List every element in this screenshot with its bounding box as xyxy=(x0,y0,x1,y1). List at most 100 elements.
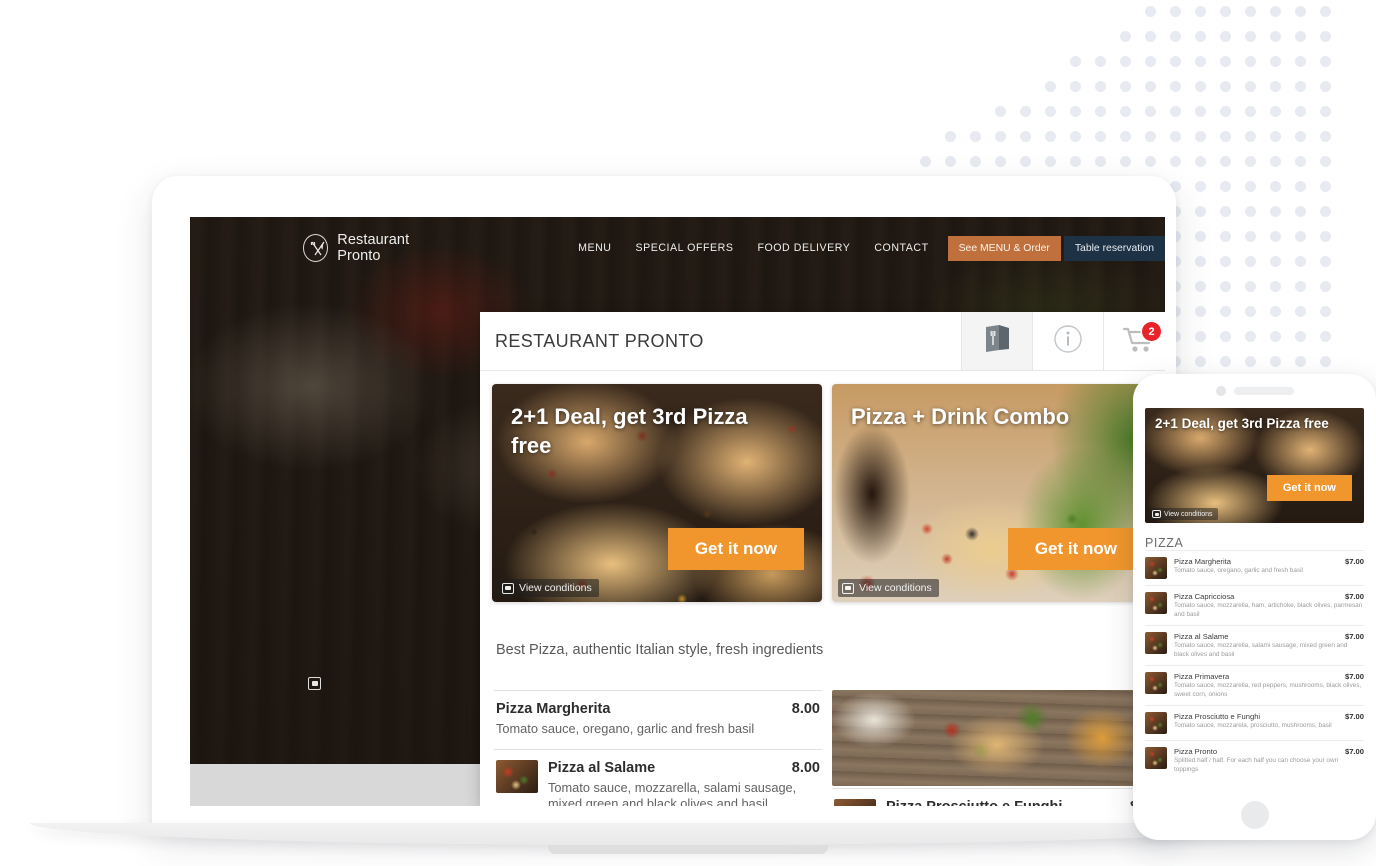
background-dot xyxy=(1320,106,1331,117)
image-placeholder-marker-icon xyxy=(308,677,321,690)
background-dot xyxy=(1020,106,1031,117)
background-dot xyxy=(945,156,956,167)
phone-promo-card[interactable]: 2+1 Deal, get 3rd Pizza free Get it now … xyxy=(1145,408,1364,523)
background-dot xyxy=(1320,156,1331,167)
background-dot xyxy=(1020,131,1031,142)
promo-conditions-label: View conditions xyxy=(519,582,592,594)
background-dot xyxy=(1320,31,1331,42)
background-dot xyxy=(1220,356,1231,367)
menu-item-description: Tomato sauce, mozzarella, salami sausage… xyxy=(548,779,797,806)
background-dot xyxy=(1120,31,1131,42)
menu-item-thumbnail xyxy=(496,759,538,793)
promo-view-conditions[interactable]: View conditions xyxy=(838,579,939,597)
phone-home-button[interactable] xyxy=(1240,801,1269,829)
background-dot xyxy=(1045,131,1056,142)
background-dot xyxy=(1295,56,1306,67)
promo-get-it-now-button[interactable]: Get it now xyxy=(667,528,804,570)
background-dot xyxy=(1045,156,1056,167)
nav-link-menu[interactable]: MENU xyxy=(578,242,611,254)
nav-link-special-offers[interactable]: SPECIAL OFFERS xyxy=(635,242,733,254)
background-dot xyxy=(1170,6,1181,17)
background-dot xyxy=(1295,356,1306,367)
background-dot xyxy=(1095,56,1106,67)
background-dot xyxy=(995,106,1006,117)
list-item[interactable]: Pizza Pronto $7.00 Splitted half / half.… xyxy=(1145,740,1364,780)
widget-title: RESTAURANT PRONTO xyxy=(495,330,704,351)
nav-cta-group: See MENU & Order Table reservation xyxy=(947,235,1165,261)
table-reservation-button[interactable]: Table reservation xyxy=(1063,235,1165,261)
background-dot xyxy=(1195,231,1206,242)
background-dot xyxy=(1170,156,1181,167)
background-dot xyxy=(1220,181,1231,192)
background-dot xyxy=(1220,306,1231,317)
promo-get-it-now-button[interactable]: Get it now xyxy=(1007,528,1144,570)
nav-link-food-delivery[interactable]: FOOD DELIVERY xyxy=(757,242,850,254)
phone-item-description: Tomato sauce, mozzarella, ham, artichoke… xyxy=(1174,602,1363,618)
menu-item[interactable]: Pizza Prosciutto e Funghi 8.00 Tomato sa… xyxy=(832,788,1160,806)
phone-item-name: Pizza Pronto xyxy=(1174,747,1218,757)
background-dot xyxy=(945,131,956,142)
menu-item[interactable]: Pizza Margherita 8.00 Tomato sauce, oreg… xyxy=(494,690,822,749)
background-dot xyxy=(1120,56,1131,67)
background-dot xyxy=(1320,281,1331,292)
background-dot xyxy=(920,156,931,167)
tab-cart[interactable]: 2 xyxy=(1103,312,1165,370)
menu-item-price: 8.00 xyxy=(791,759,820,776)
menu-book-icon xyxy=(984,324,1011,358)
phone-item-name: Pizza Margherita xyxy=(1174,557,1231,566)
background-dot xyxy=(1245,31,1256,42)
phone-view-conditions[interactable]: View conditions xyxy=(1149,508,1218,520)
background-dot xyxy=(995,156,1006,167)
background-dot xyxy=(1295,31,1306,42)
promo-view-conditions[interactable]: View conditions xyxy=(498,579,599,597)
featured-pizza-photo xyxy=(832,690,1160,786)
background-dot xyxy=(1245,106,1256,117)
menu-item-body: Pizza Margherita 8.00 Tomato sauce, oreg… xyxy=(496,701,820,738)
laptop-base xyxy=(30,823,1296,845)
background-dot xyxy=(1145,106,1156,117)
background-dot xyxy=(1245,6,1256,17)
see-menu-and-order-button[interactable]: See MENU & Order xyxy=(947,235,1061,261)
phone-item-body: Pizza Margherita $7.00 Tomato sauce, ore… xyxy=(1174,557,1364,576)
phone-item-header: Pizza Pronto $7.00 xyxy=(1174,747,1364,756)
phone-item-price: $7.00 xyxy=(1344,712,1364,722)
phone-item-description: Splitted half / half. For each half you … xyxy=(1174,757,1339,773)
menu-item-price: 8.00 xyxy=(791,701,820,717)
background-dot xyxy=(1245,231,1256,242)
background-dot xyxy=(1195,181,1206,192)
nav-link-contact[interactable]: CONTACT xyxy=(874,242,928,254)
promo-card-2plus1[interactable]: 2+1 Deal, get 3rd Pizza free Get it now … xyxy=(492,384,822,602)
background-dot xyxy=(1145,56,1156,67)
background-dot xyxy=(1145,6,1156,17)
phone-item-thumbnail xyxy=(1145,672,1167,695)
phone-item-price: $7.00 xyxy=(1344,672,1364,682)
phone-get-it-now-button[interactable]: Get it now xyxy=(1266,475,1352,501)
list-item[interactable]: Pizza Margherita $7.00 Tomato sauce, ore… xyxy=(1145,550,1364,585)
background-dot xyxy=(1145,31,1156,42)
brand[interactable]: Restaurant Pronto xyxy=(303,232,444,264)
tab-info[interactable] xyxy=(1032,312,1103,370)
background-dot xyxy=(1195,131,1206,142)
conditions-icon xyxy=(842,582,854,594)
list-item[interactable]: Pizza Capricciosa $7.00 Tomato sauce, mo… xyxy=(1145,585,1364,625)
list-item[interactable]: Pizza Primavera $7.00 Tomato sauce, mozz… xyxy=(1145,665,1364,705)
promo-conditions-label: View conditions xyxy=(859,582,932,594)
list-item[interactable]: Pizza Prosciutto e Funghi $7.00 Tomato s… xyxy=(1145,705,1364,740)
phone-item-name: Pizza Primavera xyxy=(1174,672,1230,682)
background-dot xyxy=(1295,156,1306,167)
background-dot xyxy=(1320,206,1331,217)
background-dot xyxy=(1270,181,1281,192)
promo-card-pizza-drink[interactable]: Pizza + Drink Combo Get it now View cond… xyxy=(832,384,1162,602)
tab-menu[interactable] xyxy=(961,312,1032,370)
background-dot xyxy=(1220,256,1231,267)
background-dot xyxy=(1220,131,1231,142)
promo-title: Pizza + Drink Combo xyxy=(851,404,1070,429)
background-dot xyxy=(1195,106,1206,117)
background-dot xyxy=(1320,306,1331,317)
background-dot xyxy=(1095,106,1106,117)
laptop-base-notch xyxy=(548,845,828,854)
menu-item[interactable]: Pizza al Salame 8.00 Tomato sauce, mozza… xyxy=(494,748,822,806)
list-item[interactable]: Pizza al Salame $7.00 Tomato sauce, mozz… xyxy=(1145,625,1364,665)
background-dot xyxy=(1320,256,1331,267)
background-dot xyxy=(1295,131,1306,142)
